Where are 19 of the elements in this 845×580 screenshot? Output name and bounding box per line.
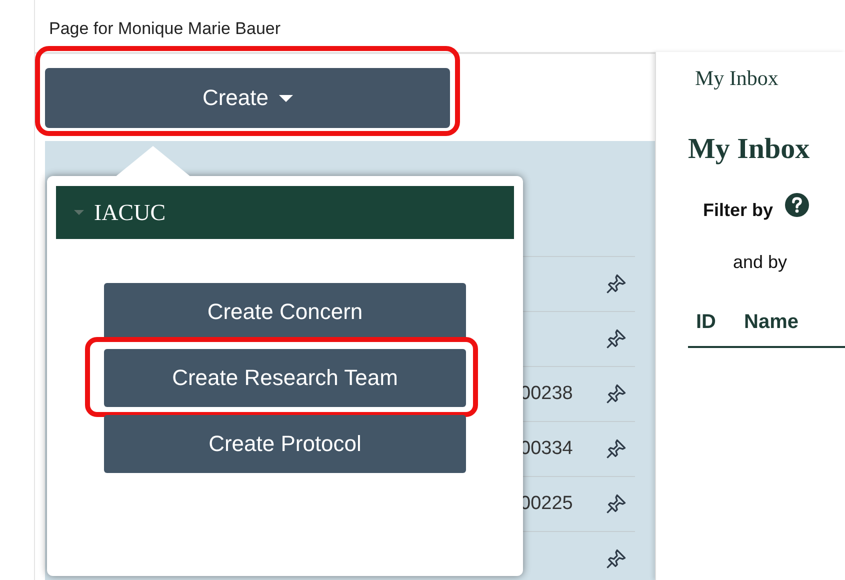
pin-icon[interactable] xyxy=(605,273,627,295)
menu-button[interactable]: Create Research Team xyxy=(104,349,466,407)
column-header[interactable]: Name xyxy=(744,311,798,334)
pin-icon[interactable] xyxy=(605,328,627,350)
filter-label: Filter by xyxy=(703,200,774,221)
page-title: Page for Monique Marie Bauer xyxy=(49,19,281,38)
create-button[interactable]: Create xyxy=(45,68,450,128)
filter-label: and by xyxy=(733,252,788,273)
inbox-tab[interactable]: My Inbox xyxy=(695,66,778,91)
inbox-heading: My Inbox xyxy=(688,133,810,166)
pin-icon[interactable] xyxy=(605,383,627,405)
caret-icon xyxy=(278,94,293,102)
menu-button[interactable]: Create Protocol xyxy=(104,415,466,473)
pin-icon[interactable] xyxy=(605,438,627,460)
help-icon[interactable] xyxy=(785,192,810,216)
group-header[interactable]: IACUC xyxy=(56,186,514,239)
column-header[interactable]: ID xyxy=(696,311,716,334)
pin-icon[interactable] xyxy=(605,493,627,515)
pin-icon[interactable] xyxy=(605,548,627,570)
